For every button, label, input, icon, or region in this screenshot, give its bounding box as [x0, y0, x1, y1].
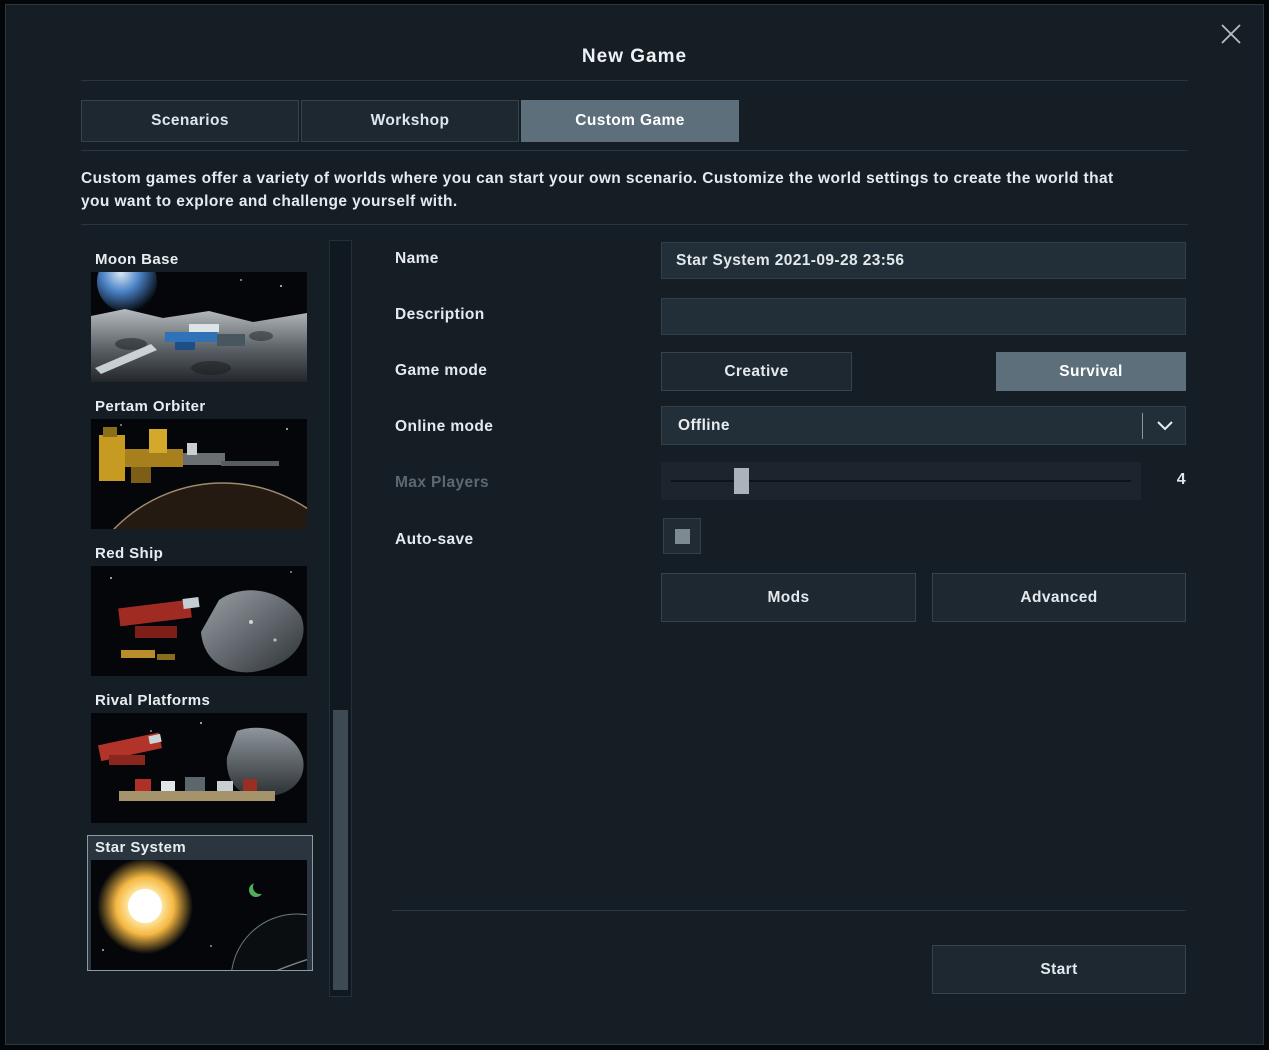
max-players-label: Max Players	[395, 474, 490, 491]
tab-custom-game[interactable]: Custom Game	[521, 100, 739, 142]
scenario-name: Star System	[95, 839, 187, 856]
description-input[interactable]	[661, 298, 1186, 335]
online-mode-label: Online mode	[395, 418, 494, 435]
star-system-thumbnail	[91, 860, 307, 970]
divider-top	[81, 80, 1188, 81]
scenario-name: Rival Platforms	[95, 692, 211, 709]
creative-button[interactable]: Creative	[661, 352, 852, 391]
checkbox-mark	[674, 528, 690, 544]
autosave-checkbox[interactable]	[663, 518, 701, 554]
scenario-item-star-system[interactable]: Star System	[87, 835, 313, 971]
survival-button[interactable]: Survival	[996, 352, 1186, 391]
close-button[interactable]	[1216, 19, 1246, 49]
game-mode-label: Game mode	[395, 362, 488, 379]
scenario-item-pertam-orbiter[interactable]: Pertam Orbiter	[88, 395, 312, 529]
intro-text: Custom games offer a variety of worlds w…	[81, 170, 1114, 210]
pertam-orbiter-thumbnail	[91, 419, 307, 529]
max-players-slider[interactable]	[661, 462, 1141, 500]
divider-bottom	[392, 910, 1186, 911]
autosave-label: Auto-save	[395, 531, 474, 548]
scenario-item-red-ship[interactable]: Red Ship	[88, 542, 312, 676]
scenario-name: Moon Base	[95, 251, 179, 268]
dialog-title: New Game	[581, 46, 688, 67]
tab-scenarios[interactable]: Scenarios	[81, 100, 299, 142]
divider-under-intro	[81, 224, 1188, 225]
mods-button[interactable]: Mods	[661, 573, 916, 622]
chevron-down-icon	[1153, 420, 1177, 431]
scenario-item-rival-platforms[interactable]: Rival Platforms	[88, 689, 312, 823]
start-button[interactable]: Start	[932, 945, 1186, 994]
divider-under-tabs	[81, 150, 1188, 151]
close-icon	[1221, 24, 1241, 44]
tab-workshop[interactable]: Workshop	[301, 100, 519, 142]
max-players-value: 4	[1176, 471, 1186, 488]
scenario-list: Moon Base Pertam Orbiter Red Ship Rival …	[87, 248, 316, 983]
red-ship-thumbnail	[91, 566, 307, 676]
rival-platforms-thumbnail	[91, 713, 307, 823]
online-mode-dropdown[interactable]: Offline	[661, 406, 1186, 445]
scenario-name: Pertam Orbiter	[95, 398, 206, 415]
new-game-screen: New Game Scenarios Workshop Custom Game …	[0, 0, 1269, 1050]
tab-bar: Scenarios Workshop Custom Game	[81, 100, 739, 142]
scenario-list-scrollbar-track[interactable]	[329, 240, 352, 997]
dropdown-separator	[1142, 412, 1143, 439]
name-input[interactable]	[661, 242, 1186, 279]
name-label: Name	[395, 250, 439, 267]
scenario-name: Red Ship	[95, 545, 164, 562]
advanced-button[interactable]: Advanced	[932, 573, 1186, 622]
slider-thumb[interactable]	[734, 468, 749, 494]
moon-base-thumbnail	[91, 272, 307, 382]
description-label: Description	[395, 306, 485, 323]
scenario-item-moon-base[interactable]: Moon Base	[88, 248, 312, 382]
scenario-list-scrollbar-thumb[interactable]	[333, 710, 348, 990]
online-mode-value: Offline	[678, 416, 730, 434]
